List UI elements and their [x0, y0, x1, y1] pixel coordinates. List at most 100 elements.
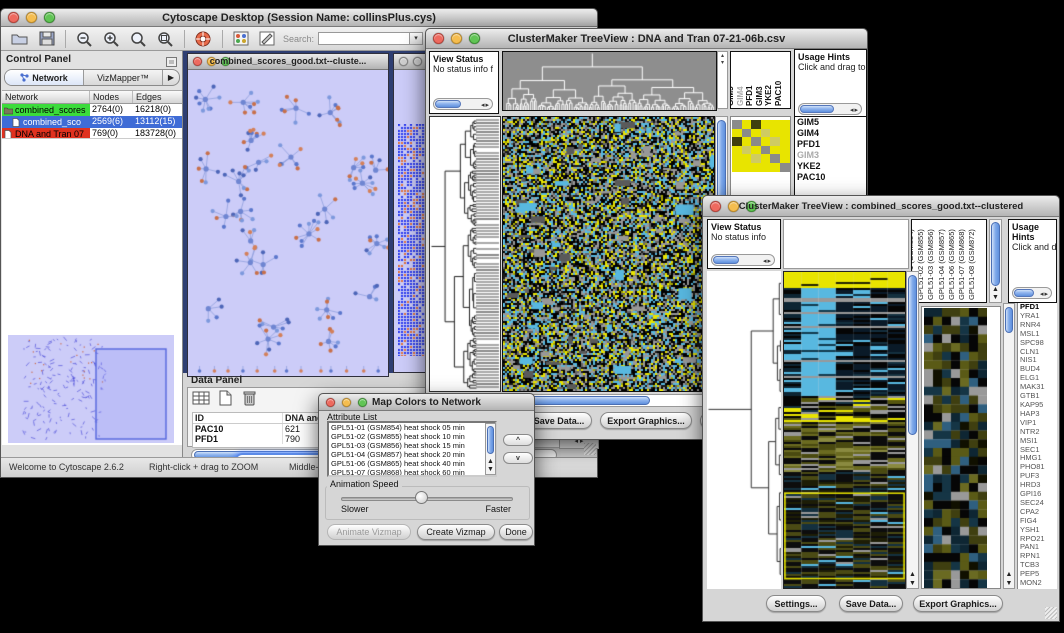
- tv2-vertical-scrollbar[interactable]: ▲ ▼: [906, 271, 919, 589]
- tv1-label-scroll-arrows[interactable]: ▴▾: [717, 51, 728, 109]
- trash-icon[interactable]: [242, 390, 257, 411]
- scroll-down-icon[interactable]: ▼: [990, 294, 1001, 301]
- network-view-1-canvas[interactable]: [189, 71, 388, 376]
- resize-grip[interactable]: [1045, 607, 1057, 619]
- scrollbar-thumb[interactable]: [713, 256, 739, 264]
- attribute-list-scrollbar[interactable]: ▲ ▼: [485, 423, 496, 475]
- tv2-export-graphics-button[interactable]: Export Graphics...: [913, 595, 1003, 612]
- tv1-gene-label[interactable]: PAC10: [795, 172, 866, 183]
- detail-grid-cell[interactable]: [732, 163, 742, 172]
- attribute-list-item[interactable]: GPL51-01 (GSM854) heat shock 05 min: [329, 423, 495, 432]
- resize-grip[interactable]: [584, 443, 596, 455]
- detail-grid-cell[interactable]: [742, 129, 752, 138]
- detail-grid-cell[interactable]: [742, 163, 752, 172]
- tv1-detail-heatmap[interactable]: [732, 120, 790, 172]
- detail-grid-cell[interactable]: [770, 137, 780, 146]
- network-table-row[interactable]: combined_scores2764(0)16218(0): [2, 104, 182, 116]
- done-button[interactable]: Done: [499, 524, 533, 540]
- scrollbar-thumb[interactable]: [1014, 289, 1034, 297]
- tv1-gene-label[interactable]: GIM4: [795, 128, 866, 139]
- scroll-down-icon[interactable]: ▼: [907, 580, 918, 587]
- detail-grid-cell[interactable]: [732, 120, 742, 129]
- new-doc-icon[interactable]: [218, 390, 233, 411]
- save-icon[interactable]: [39, 31, 55, 46]
- detail-grid-cell[interactable]: [780, 154, 790, 163]
- tv1-gene-label[interactable]: YKE2: [795, 161, 866, 172]
- create-vizmap-button[interactable]: Create Vizmap: [417, 524, 495, 540]
- tv2-save-data-button[interactable]: Save Data...: [839, 595, 903, 612]
- tab-network[interactable]: Network: [5, 70, 84, 85]
- view-status-scrollbar[interactable]: ◂▸: [433, 98, 493, 110]
- tv1-gene-label[interactable]: PFD1: [795, 139, 866, 150]
- view-status-scrollbar[interactable]: ◂▸: [711, 254, 775, 266]
- usage-hints-scrollbar[interactable]: ◂▸: [1012, 287, 1052, 299]
- scroll-up-icon[interactable]: ▲: [486, 458, 495, 465]
- detail-grid-cell[interactable]: [742, 137, 752, 146]
- detail-grid-cell[interactable]: [780, 137, 790, 146]
- network-table-row[interactable]: combined_sco2569(6)13112(15): [2, 116, 182, 128]
- zoom-selected-icon[interactable]: [157, 31, 174, 47]
- scroll-arrows-icon[interactable]: ◂▸: [763, 257, 772, 265]
- scroll-down-icon[interactable]: ▼: [1004, 580, 1014, 587]
- help-lifesaver-icon[interactable]: [195, 31, 212, 47]
- network-view-2-canvas[interactable]: [398, 124, 426, 356]
- dialog-titlebar[interactable]: Map Colors to Network: [319, 394, 534, 411]
- detail-grid-cell[interactable]: [761, 154, 771, 163]
- tv2-global-heatmap[interactable]: [783, 271, 906, 589]
- col-nodes[interactable]: Nodes: [90, 91, 133, 103]
- col-edges[interactable]: Edges: [133, 91, 182, 103]
- detail-grid-cell[interactable]: [761, 163, 771, 172]
- annotation-icon[interactable]: [259, 31, 275, 46]
- zoom-fit-icon[interactable]: [130, 31, 147, 47]
- attribute-list-item[interactable]: GPL51-03 (GSM856) heat shock 15 min: [329, 441, 495, 450]
- detail-grid-cell[interactable]: [780, 163, 790, 172]
- detail-grid-cell[interactable]: [761, 129, 771, 138]
- treeview1-titlebar[interactable]: ClusterMaker TreeView : DNA and Tran 07-…: [426, 29, 867, 49]
- scrollbar-thumb[interactable]: [991, 222, 1000, 286]
- detail-grid-cell[interactable]: [732, 137, 742, 146]
- table-icon[interactable]: [192, 390, 210, 411]
- scrollbar-thumb[interactable]: [487, 426, 494, 454]
- animate-vizmap-button[interactable]: Animate Vizmap: [327, 524, 411, 540]
- detail-grid-cell[interactable]: [770, 146, 780, 155]
- detail-grid-cell[interactable]: [761, 137, 771, 146]
- scroll-arrows-icon[interactable]: ◂▸: [481, 101, 490, 109]
- vizmap-icon[interactable]: [233, 31, 249, 46]
- detail-grid-cell[interactable]: [742, 146, 752, 155]
- detail-grid-cell[interactable]: [780, 120, 790, 129]
- close-button[interactable]: [399, 57, 408, 66]
- tv2-detail-heatmap[interactable]: [924, 308, 987, 588]
- usage-hints-scrollbar[interactable]: ◂▸: [798, 103, 862, 115]
- tv2-row-dendrogram[interactable]: [707, 271, 781, 589]
- scroll-up-icon[interactable]: ▲: [1004, 571, 1014, 578]
- tv2-settings-button[interactable]: Settings...: [766, 595, 826, 612]
- detail-grid-cell[interactable]: [751, 146, 761, 155]
- search-input[interactable]: [318, 32, 410, 45]
- attribute-list-item[interactable]: GPL51-07 (GSM868) heat shock 60 min: [329, 468, 495, 477]
- tv1-global-heatmap[interactable]: [502, 116, 715, 392]
- attribute-list-item[interactable]: GPL51-04 (GSM857) heat shock 20 min: [329, 450, 495, 459]
- treeview2-titlebar[interactable]: ClusterMaker TreeView : combined_scores_…: [703, 196, 1059, 217]
- detail-grid-cell[interactable]: [780, 129, 790, 138]
- detail-grid-cell[interactable]: [751, 137, 761, 146]
- tv1-gene-label[interactable]: GIM5: [795, 117, 866, 128]
- detail-grid-cell[interactable]: [770, 129, 780, 138]
- network-overview-thumbnail[interactable]: [8, 335, 174, 443]
- tv1-export-graphics-button[interactable]: Export Graphics...: [600, 412, 692, 429]
- detail-grid-cell[interactable]: [742, 120, 752, 129]
- search-dropdown-icon[interactable]: ▾: [410, 32, 423, 45]
- col-id[interactable]: ID: [193, 413, 283, 423]
- detail-grid-cell[interactable]: [780, 146, 790, 155]
- detail-grid-cell[interactable]: [761, 146, 771, 155]
- main-titlebar[interactable]: Cytoscape Desktop (Session Name: collins…: [1, 9, 597, 27]
- tab-overflow-arrow[interactable]: ▶: [163, 70, 179, 85]
- tv1-save-data-button[interactable]: Save Data...: [526, 412, 592, 429]
- network-view-1-titlebar[interactable]: combined_scores_good.txt--cluste...: [188, 54, 388, 70]
- detail-grid-cell[interactable]: [751, 129, 761, 138]
- minimize-button[interactable]: [413, 57, 422, 66]
- zoom-in-icon[interactable]: [103, 31, 120, 47]
- tv1-row-dendrogram-overview[interactable]: [429, 116, 501, 392]
- tv1-gene-label[interactable]: GIM3: [795, 150, 866, 161]
- zoom-out-icon[interactable]: [76, 31, 93, 47]
- detail-grid-cell[interactable]: [742, 154, 752, 163]
